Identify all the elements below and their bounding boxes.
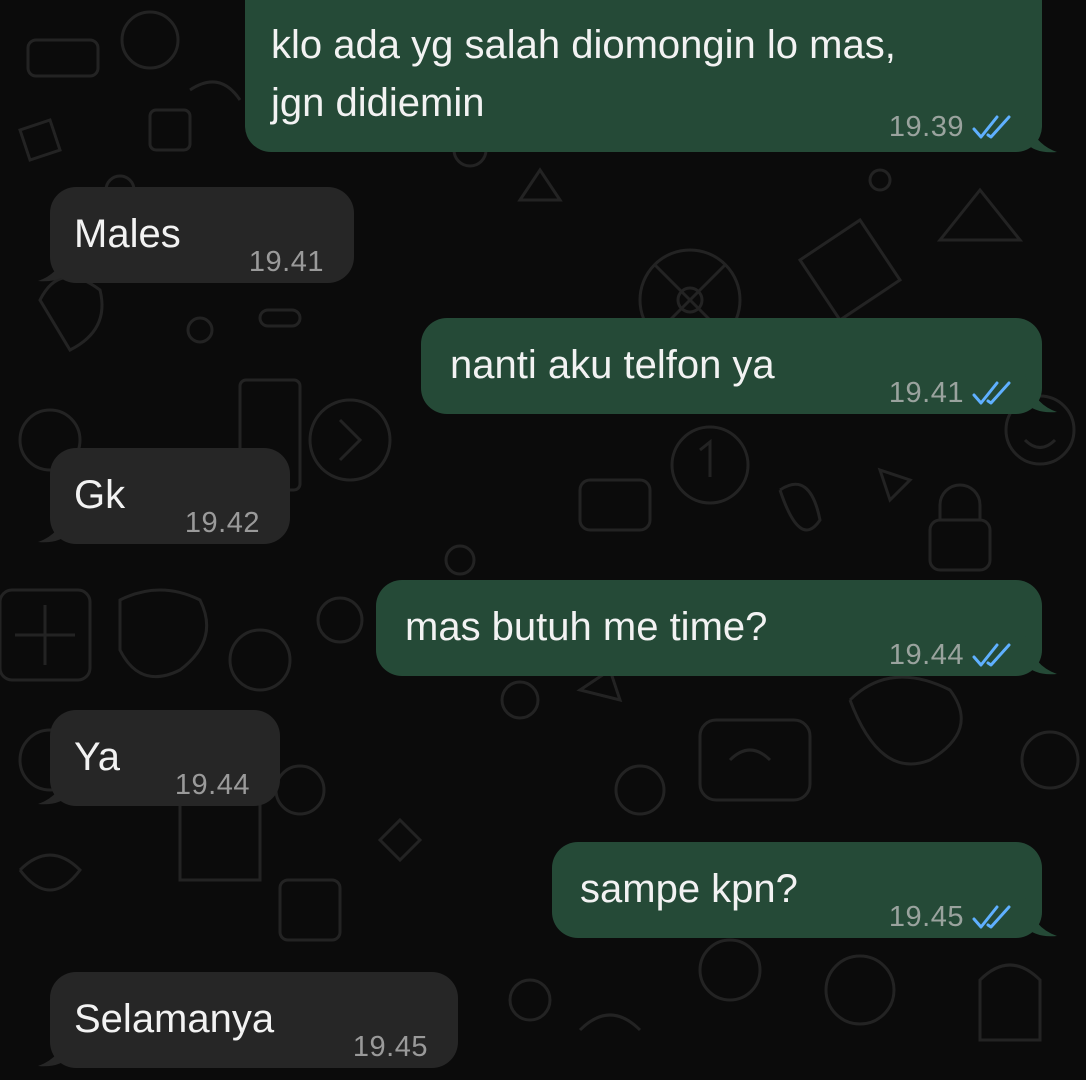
bubble-tail (38, 1028, 70, 1067)
message-meta: 19.42 (185, 494, 260, 552)
message-time: 19.41 (888, 377, 964, 409)
outgoing-message[interactable]: klo ada yg salah diomongin lo mas, jgn d… (245, 0, 1042, 152)
message-text: Gk (74, 473, 126, 517)
message-text: mas butuh me time? (405, 605, 768, 649)
message-meta: 19.41 (889, 364, 1016, 422)
message-time: 19.41 (248, 246, 324, 278)
message-time: 19.39 (888, 111, 964, 143)
message-text: jgn didiemin (271, 81, 485, 125)
bubble-tail (38, 243, 70, 282)
message-meta: 19.41 (249, 233, 324, 291)
message-time: 19.42 (184, 507, 260, 539)
message-time: 19.45 (888, 901, 964, 933)
message-meta: 19.39 (889, 98, 1016, 156)
message-time: 19.44 (888, 639, 964, 671)
message-meta: 19.45 (353, 1018, 428, 1076)
outgoing-message[interactable]: nanti aku telfon ya 19.41 (421, 318, 1042, 414)
incoming-message[interactable]: Males 19.41 (50, 187, 354, 283)
bubble-tail (1025, 374, 1057, 413)
outgoing-message[interactable]: mas butuh me time? 19.44 (376, 580, 1042, 676)
message-time: 19.45 (352, 1031, 428, 1063)
bubble-tail (1025, 114, 1057, 153)
message-time: 19.44 (174, 769, 250, 801)
message-text: klo ada yg salah diomongin lo mas, (271, 23, 896, 67)
bubble-tail (38, 766, 70, 805)
incoming-message[interactable]: Gk 19.42 (50, 448, 290, 544)
message-text: nanti aku telfon ya (450, 343, 775, 387)
read-ticks-icon (972, 115, 1011, 139)
message-text: sampe kpn? (580, 867, 798, 911)
message-meta: 19.44 (889, 626, 1016, 684)
message-text: Males (74, 212, 181, 256)
outgoing-message[interactable]: sampe kpn? 19.45 (552, 842, 1042, 938)
bubble-tail (1025, 898, 1057, 937)
incoming-message[interactable]: Selamanya 19.45 (50, 972, 458, 1068)
read-ticks-icon (972, 905, 1011, 929)
incoming-message[interactable]: Ya 19.44 (50, 710, 280, 806)
message-meta: 19.44 (175, 756, 250, 814)
read-ticks-icon (972, 381, 1011, 405)
message-text: Ya (74, 735, 120, 779)
bubble-tail (38, 504, 70, 543)
bubble-tail (1025, 636, 1057, 675)
chat-thread: klo ada yg salah diomongin lo mas, jgn d… (0, 0, 1086, 1080)
read-ticks-icon (972, 643, 1011, 667)
message-text: Selamanya (74, 997, 275, 1041)
message-meta: 19.45 (889, 888, 1016, 946)
